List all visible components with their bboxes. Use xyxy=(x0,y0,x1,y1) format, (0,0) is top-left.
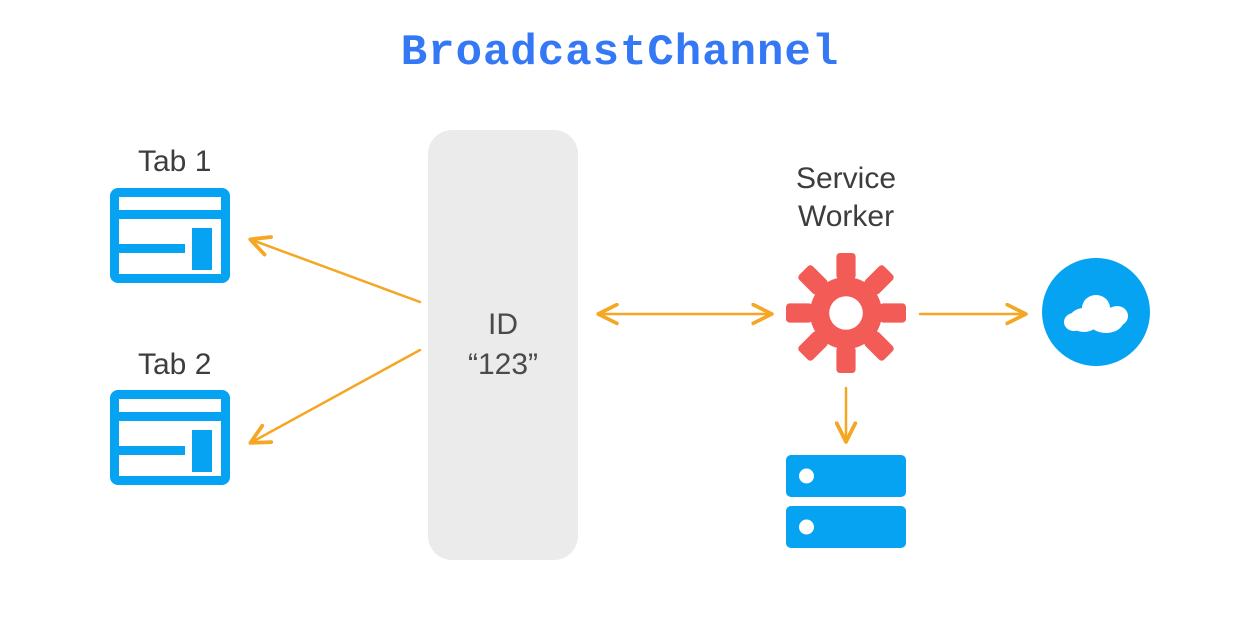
browser-window-icon xyxy=(110,188,230,283)
service-worker-label: Service Worker xyxy=(766,160,926,235)
diagram-canvas: BroadcastChannel Tab 1 Tab 2 ID “123” Se… xyxy=(0,0,1240,628)
cloud-icon xyxy=(1042,258,1150,366)
tab1-label: Tab 1 xyxy=(138,145,211,179)
channel-id-value: “123” xyxy=(468,345,538,386)
broadcast-channel: ID “123” xyxy=(428,130,578,560)
gear-icon xyxy=(786,253,906,378)
diagram-title: BroadcastChannel xyxy=(0,28,1240,78)
arrow-channel-to-tab2 xyxy=(252,350,420,442)
tab2-label: Tab 2 xyxy=(138,348,211,382)
browser-window-icon xyxy=(110,390,230,485)
database-icon xyxy=(786,455,906,548)
arrow-channel-to-tab1 xyxy=(252,240,420,302)
channel-id-label: ID xyxy=(488,305,518,346)
